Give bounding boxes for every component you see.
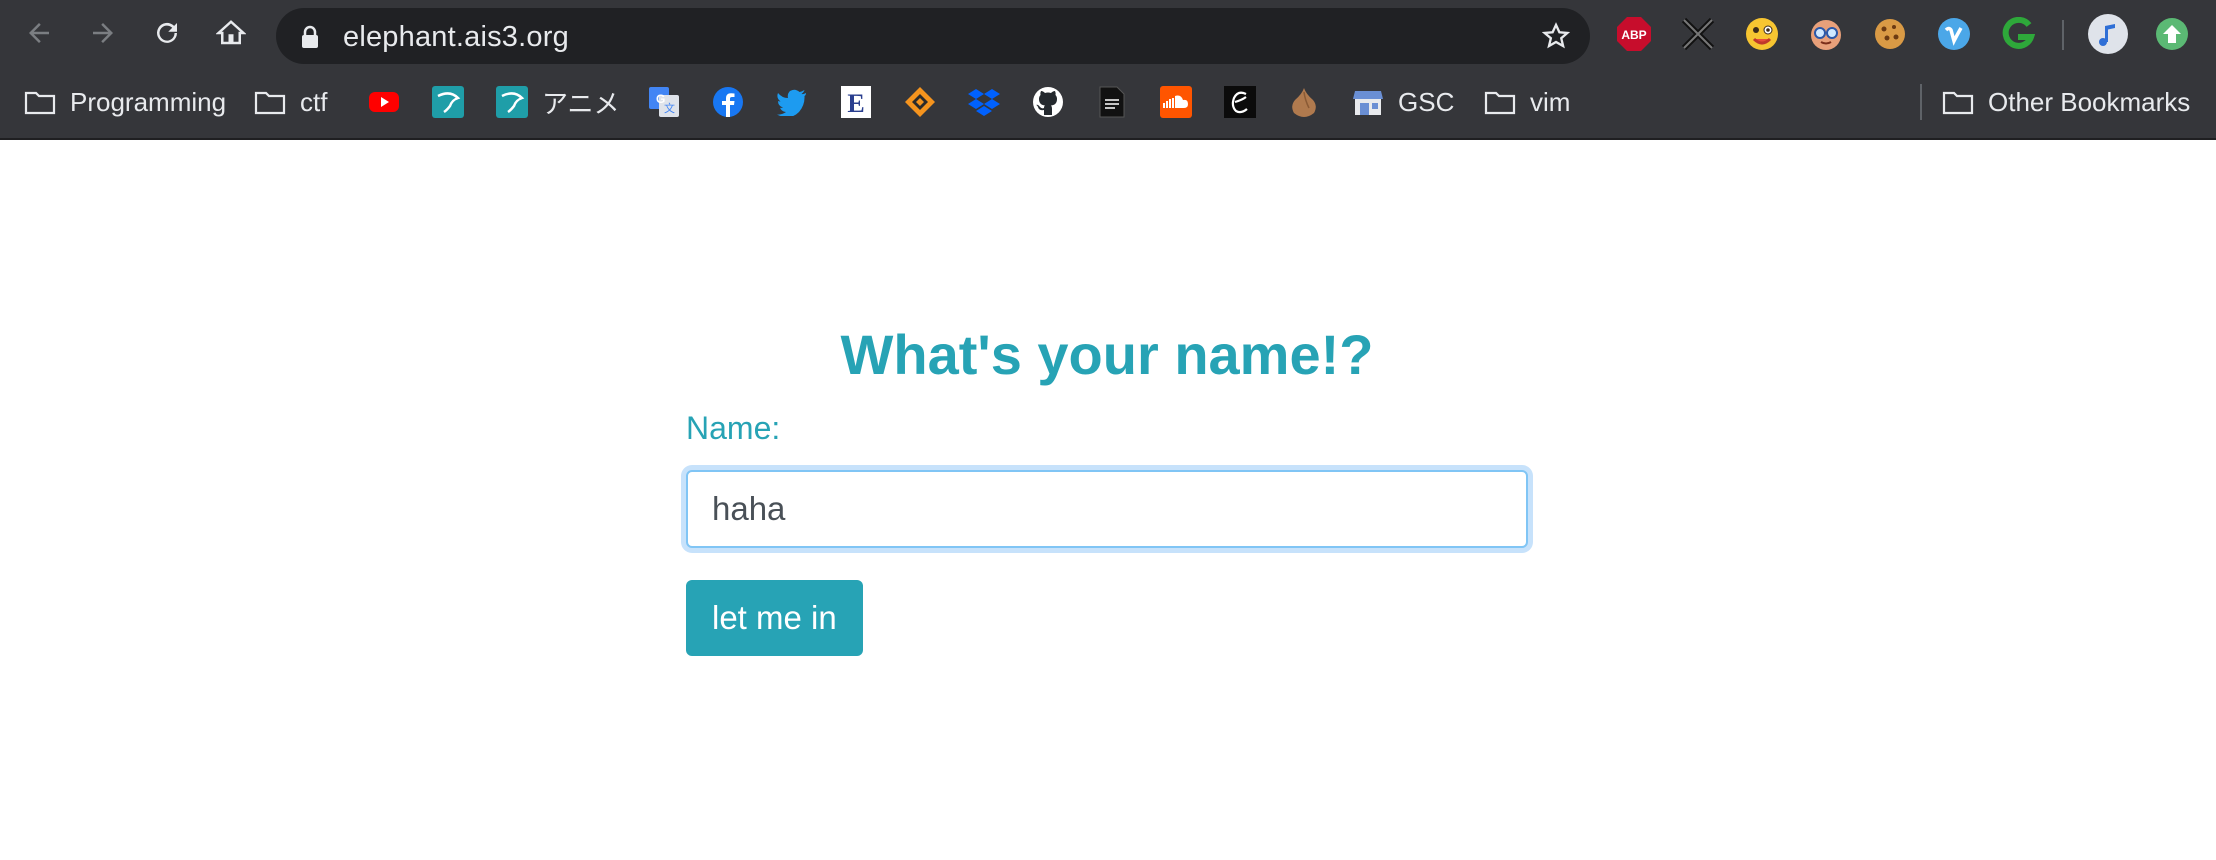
folder-icon: [1484, 86, 1516, 118]
twitter-icon: [776, 86, 808, 118]
e-book-icon: E: [840, 86, 872, 118]
emoji-icon[interactable]: [1744, 16, 1780, 52]
bookmark-star-icon[interactable]: [1542, 22, 1570, 50]
bookmark-anime[interactable]: アニメ: [496, 66, 619, 138]
reload-icon: [157, 22, 177, 43]
page-content: What's your name!? Name: let me in: [0, 140, 2216, 860]
bookmark-ctf[interactable]: ctf: [254, 66, 327, 138]
bookmark-twitter[interactable]: [776, 66, 808, 138]
bookmarks-bar: Programming ctf アニメ G文 E GSC vim Other B…: [0, 66, 2216, 140]
bookmark-onion[interactable]: [1288, 66, 1320, 138]
store-icon: [1352, 86, 1384, 118]
browser-toolbar: elephant.ais3.org ABP: [0, 0, 2216, 66]
bookmark-gsc[interactable]: GSC: [1352, 66, 1454, 138]
url-text: elephant.ais3.org: [343, 21, 569, 53]
abp-icon[interactable]: ABP: [1616, 16, 1652, 52]
bookmark-facebook[interactable]: [712, 66, 744, 138]
nerd-face-icon[interactable]: [1808, 16, 1844, 52]
home-button[interactable]: [212, 14, 250, 52]
folder-icon: [254, 86, 286, 118]
music-profile-icon[interactable]: [2088, 14, 2128, 54]
update-arrow-icon[interactable]: [2154, 16, 2190, 52]
document-icon: [1096, 86, 1128, 118]
page-title: What's your name!?: [840, 323, 1374, 386]
bookmark-dropbox[interactable]: [968, 66, 1000, 138]
browser-chrome: elephant.ais3.org ABP Programming ctf アニ…: [0, 0, 2216, 140]
bookmark-label: ctf: [300, 86, 328, 117]
address-bar[interactable]: elephant.ais3.org: [276, 8, 1590, 64]
home-icon: [216, 20, 246, 45]
bookmark-script-e[interactable]: [1224, 66, 1256, 138]
bookmark-soundcloud[interactable]: [1160, 66, 1192, 138]
bookmark-document[interactable]: [1096, 66, 1128, 138]
svg-text:E: E: [847, 89, 864, 118]
script-e-icon: [1224, 86, 1256, 118]
dropbox-icon: [968, 86, 1000, 118]
shrimp-icon: [432, 86, 464, 118]
shrimp-icon: [496, 86, 528, 118]
orange-diamond-icon: [904, 86, 936, 118]
folder-icon: [1942, 86, 1974, 118]
x-extension-icon[interactable]: [1680, 16, 1716, 52]
bookmark-label: アニメ: [542, 88, 620, 119]
vimeo-icon[interactable]: [1936, 16, 1972, 52]
bookmark-youtube[interactable]: [368, 66, 400, 138]
facebook-icon: [712, 86, 744, 118]
bookmark-github[interactable]: [1032, 66, 1064, 138]
other-bookmarks-label: Other Bookmarks: [1988, 86, 2191, 117]
bookmark-google-translate[interactable]: G文: [648, 66, 680, 138]
lock-icon: [302, 25, 318, 48]
reload-button[interactable]: [148, 14, 186, 52]
back-arrow-icon: [29, 23, 49, 43]
toolbar-separator: [2062, 20, 2064, 50]
svg-text:ABP: ABP: [1621, 28, 1646, 42]
bookmark-label: Programming: [70, 86, 227, 117]
let-me-in-button[interactable]: let me in: [686, 580, 863, 656]
name-label: Name:: [686, 410, 781, 446]
g-extension-icon[interactable]: [2000, 16, 2036, 52]
bookmark-vim[interactable]: vim: [1484, 66, 1570, 138]
bookmark-e-book[interactable]: E: [840, 66, 872, 138]
bookmark-shrimp[interactable]: [432, 66, 464, 138]
bookmark-orange-diamond[interactable]: [904, 66, 936, 138]
forward-arrow-icon: [93, 23, 113, 43]
youtube-icon: [368, 86, 400, 118]
folder-icon: [24, 86, 56, 118]
name-form: What's your name!? Name: let me in: [686, 320, 1528, 656]
github-icon: [1032, 86, 1064, 118]
soundcloud-icon: [1160, 86, 1192, 118]
google-translate-icon: G文: [648, 86, 680, 118]
bookmark-label: vim: [1530, 86, 1571, 117]
forward-button[interactable]: [84, 14, 122, 52]
back-button[interactable]: [20, 14, 58, 52]
svg-text:文: 文: [664, 101, 675, 115]
bookmark-label: GSC: [1398, 86, 1455, 117]
name-input[interactable]: [686, 470, 1528, 548]
bookmarks-separator: [1920, 84, 1922, 120]
onion-icon: [1288, 86, 1320, 118]
bookmark-programming[interactable]: Programming: [24, 66, 226, 138]
cookie-icon[interactable]: [1872, 16, 1908, 52]
other-bookmarks[interactable]: Other Bookmarks: [1942, 66, 2190, 138]
